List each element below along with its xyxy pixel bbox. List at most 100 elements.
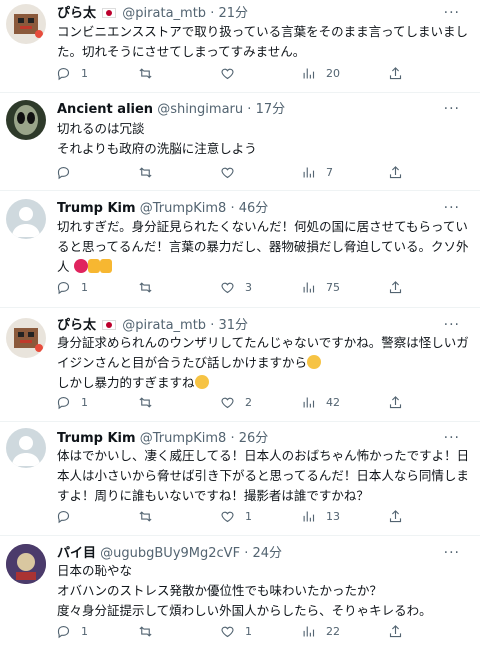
- more-options-icon[interactable]: ···: [444, 317, 460, 333]
- retweet-icon: [139, 68, 152, 79]
- more-options-icon[interactable]: ···: [444, 545, 460, 561]
- share-button[interactable]: [388, 66, 403, 81]
- reply-button[interactable]: 1: [56, 280, 88, 295]
- tweet[interactable]: パイ目 @ugubgBUy9Mg2cVF · 24分 ··· 日本の恥やな オバ…: [0, 536, 480, 654]
- views-button[interactable]: 22: [301, 624, 340, 639]
- sweat-smile-icon: [194, 375, 209, 389]
- retweet-icon: [139, 397, 152, 408]
- author-handle[interactable]: @pirata_mtb: [122, 6, 206, 21]
- avatar[interactable]: [6, 4, 46, 44]
- retweet-button[interactable]: [138, 66, 163, 81]
- angry-face-icon: [73, 259, 88, 273]
- timestamp[interactable]: 31分: [218, 318, 248, 333]
- reply-icon: [57, 166, 70, 180]
- like-button[interactable]: 1: [220, 624, 252, 639]
- reply-button[interactable]: [56, 165, 81, 180]
- share-button[interactable]: [388, 509, 403, 524]
- more-options-icon[interactable]: ···: [444, 430, 460, 446]
- reply-icon: [57, 510, 70, 524]
- like-button[interactable]: 3: [220, 280, 252, 295]
- more-options-icon[interactable]: ···: [444, 200, 460, 216]
- tweet[interactable]: Trump Kim @TrumpKim8 · 26分 ··· 体はでかいし、凄く…: [0, 422, 480, 535]
- reply-icon: [57, 396, 70, 410]
- author-name[interactable]: Trump Kim: [57, 431, 136, 446]
- heart-icon: [221, 282, 234, 294]
- tweet[interactable]: ぴら太 @pirata_mtb · 21分 ··· コンビニエンスストアで取り扱…: [0, 0, 480, 92]
- tweet-actions: 1 1 22: [56, 624, 411, 642]
- views-button[interactable]: 75: [301, 280, 340, 295]
- bar-chart-icon: [303, 68, 315, 79]
- retweet-button[interactable]: [138, 165, 163, 180]
- heart-icon: [221, 626, 234, 638]
- views-button[interactable]: 13: [301, 509, 340, 524]
- avatar[interactable]: [6, 428, 46, 468]
- timestamp[interactable]: 26分: [239, 431, 269, 446]
- share-button[interactable]: [388, 280, 403, 295]
- share-button[interactable]: [388, 165, 403, 180]
- thumbs-down-icon: [87, 259, 100, 273]
- tweet-text: 身分証求められんのウンザリしてたんじゃないですかね。警察は怪しいガ イジンさんと…: [57, 335, 469, 390]
- timestamp[interactable]: 17分: [256, 102, 286, 117]
- avatar[interactable]: [6, 544, 46, 584]
- tweet-actions: 7: [56, 165, 411, 183]
- more-options-icon[interactable]: ···: [444, 5, 460, 21]
- author-name[interactable]: ぴら太: [57, 318, 96, 333]
- tweet-actions: 1 13: [56, 509, 411, 527]
- reply-icon: [57, 625, 70, 639]
- japan-flag-icon: [102, 320, 117, 330]
- views-button[interactable]: 7: [301, 165, 333, 180]
- share-icon: [389, 396, 402, 409]
- reply-button[interactable]: [56, 509, 81, 524]
- retweet-button[interactable]: [138, 509, 163, 524]
- like-button[interactable]: 2: [220, 395, 252, 410]
- share-icon: [389, 510, 402, 523]
- author-handle[interactable]: @pirata_mtb: [122, 318, 206, 333]
- reply-button[interactable]: 1: [56, 395, 88, 410]
- share-icon: [389, 281, 402, 294]
- tweet-text: 日本の恥やな オバハンのストレス発散か優位性でも味わいたかったか？ 度々身分証提…: [57, 563, 432, 618]
- author-handle[interactable]: @TrumpKim8: [140, 201, 227, 216]
- author-name[interactable]: ぴら太: [57, 6, 96, 21]
- thumbs-down-icon: [99, 259, 112, 273]
- avatar[interactable]: [6, 100, 46, 140]
- author-handle[interactable]: @ugubgBUy9Mg2cVF: [100, 546, 240, 561]
- like-button[interactable]: 1: [220, 509, 252, 524]
- retweet-button[interactable]: [138, 280, 163, 295]
- tweet-text: 切れるのは冗談 それよりも政府の洗脳に注意しよう: [57, 121, 257, 156]
- heart-icon: [221, 68, 234, 80]
- timestamp[interactable]: 21分: [218, 6, 248, 21]
- more-options-icon[interactable]: ···: [444, 101, 460, 117]
- reply-icon: [57, 67, 70, 81]
- avatar[interactable]: [6, 318, 46, 358]
- avatar[interactable]: [6, 199, 46, 239]
- bar-chart-icon: [303, 167, 315, 178]
- retweet-button[interactable]: [138, 624, 163, 639]
- timestamp[interactable]: 46分: [239, 201, 269, 216]
- retweet-button[interactable]: [138, 395, 163, 410]
- reply-button[interactable]: 1: [56, 66, 88, 81]
- author-name[interactable]: Trump Kim: [57, 201, 136, 216]
- views-button[interactable]: 42: [301, 395, 340, 410]
- retweet-icon: [139, 167, 152, 178]
- bar-chart-icon: [303, 511, 315, 522]
- reply-button[interactable]: 1: [56, 624, 88, 639]
- author-name[interactable]: Ancient alien: [57, 102, 153, 117]
- author-handle[interactable]: @TrumpKim8: [140, 431, 227, 446]
- tweet[interactable]: Trump Kim @TrumpKim8 · 46分 ··· 切れすぎだ。身分証…: [0, 191, 480, 307]
- tweet[interactable]: ぴら太 @pirata_mtb · 31分 ··· 身分証求められんのウンザリし…: [0, 308, 480, 421]
- like-button[interactable]: [220, 66, 245, 81]
- share-icon: [389, 625, 402, 638]
- tweet-text: 体はでかいし、凄く威圧してる！日本人のおばちゃん怖かったですよ！日 本人は小さい…: [57, 448, 470, 503]
- japan-flag-icon: [102, 8, 117, 18]
- retweet-icon: [139, 626, 152, 637]
- bar-chart-icon: [303, 626, 315, 637]
- tweet-actions: 1 20: [56, 66, 411, 84]
- tweet[interactable]: Ancient alien @shingimaru · 17分 ··· 切れるの…: [0, 93, 480, 190]
- share-button[interactable]: [388, 395, 403, 410]
- share-button[interactable]: [388, 624, 403, 639]
- views-button[interactable]: 20: [301, 66, 340, 81]
- author-handle[interactable]: @shingimaru: [157, 102, 243, 117]
- author-name[interactable]: パイ目: [57, 546, 96, 561]
- timestamp[interactable]: 24分: [252, 546, 282, 561]
- like-button[interactable]: [220, 165, 245, 180]
